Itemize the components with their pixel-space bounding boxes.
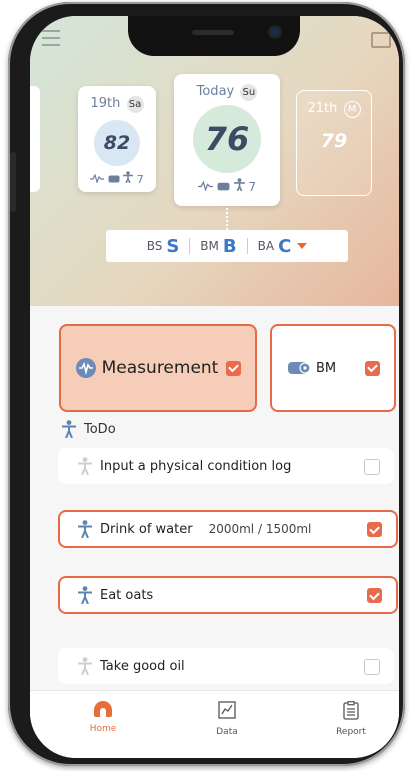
- person-icon: [78, 457, 92, 475]
- toilet-paper-icon: [288, 362, 311, 374]
- bm-label: BM: [316, 360, 337, 376]
- day-card-21th[interactable]: 21th M 79: [296, 90, 372, 196]
- person-icon: [78, 586, 92, 604]
- divider: [246, 238, 248, 254]
- person-icon: [78, 520, 92, 538]
- day-date: Today: [196, 84, 235, 99]
- bottom-navigation: Home Data Report: [30, 690, 399, 758]
- bm-checkbox[interactable]: [365, 360, 380, 376]
- bm-card[interactable]: BM: [270, 324, 396, 412]
- chart-icon: [218, 701, 236, 719]
- todo-header: ToDo: [62, 420, 116, 438]
- day-card-previous-partial[interactable]: [30, 86, 40, 192]
- person-icon: [123, 171, 134, 184]
- todo-item-label: Drink of water: [100, 521, 193, 537]
- day-of-week-badge: Sa: [126, 96, 144, 113]
- home-icon: [94, 701, 112, 717]
- day-score: 79: [320, 130, 348, 152]
- legend-label-bm: BM: [200, 239, 219, 253]
- app-screen: 19th Sa 82 7 Today Su 76 7 21th M 79 BS …: [30, 16, 399, 758]
- legend-value-bm: B: [222, 235, 237, 257]
- pulse-circle-icon: [75, 358, 96, 378]
- day-date: 19th: [90, 96, 121, 111]
- todo-item-checkbox[interactable]: [364, 659, 380, 675]
- nav-data[interactable]: Data: [192, 701, 262, 737]
- todo-item-amount: 2000ml / 1500ml: [208, 522, 312, 536]
- todo-item-physical-log[interactable]: Input a physical condition log: [58, 448, 394, 484]
- day-score: 82: [103, 132, 131, 154]
- person-icon: [78, 657, 92, 675]
- scale-icon: [108, 175, 120, 183]
- notch: [128, 16, 300, 56]
- nav-data-label: Data: [216, 727, 238, 737]
- menu-icon[interactable]: [42, 30, 60, 46]
- nav-report[interactable]: Report: [316, 701, 386, 737]
- legend-label-bs: BS: [146, 239, 163, 253]
- todo-item-good-oil[interactable]: Take good oil: [58, 648, 394, 684]
- legend-value-bs: S: [166, 235, 180, 257]
- score-circle: 82: [94, 120, 140, 166]
- measurement-label: Measurement: [101, 358, 219, 378]
- measurement-card[interactable]: Measurement: [59, 324, 257, 412]
- phone-side-button: [10, 152, 16, 212]
- day-score: 76: [204, 120, 250, 158]
- todo-item-checkbox[interactable]: [367, 522, 382, 537]
- todo-item-checkbox[interactable]: [367, 588, 382, 603]
- score-circle: 76: [193, 105, 261, 173]
- pulse-icon: [90, 173, 105, 184]
- todo-item-label: Input a physical condition log: [100, 458, 292, 474]
- day-metrics: 7: [78, 171, 156, 186]
- day-card-today[interactable]: Today Su 76 7: [174, 74, 280, 206]
- clipboard-icon: [343, 701, 359, 720]
- legend-label-ba: BA: [257, 239, 275, 253]
- day-metrics: 7: [174, 178, 280, 194]
- nav-home[interactable]: Home: [68, 701, 138, 734]
- chevron-down-icon[interactable]: [297, 243, 308, 249]
- person-icon: [233, 178, 245, 192]
- nav-home-label: Home: [89, 724, 117, 734]
- scale-icon: [217, 182, 230, 191]
- phone-frame: 19th Sa 82 7 Today Su 76 7 21th M 79 BS …: [8, 2, 405, 766]
- speaker: [192, 30, 234, 35]
- pulse-icon: [197, 180, 213, 192]
- legend-value-ba: C: [278, 235, 292, 257]
- todo-count: 7: [248, 180, 257, 194]
- todo-count: 7: [136, 173, 144, 186]
- day-of-week-badge: Su: [240, 84, 258, 101]
- todo-item-drink-water[interactable]: Drink of water 2000ml / 1500ml: [58, 510, 398, 548]
- calendar-header: 19th Sa 82 7 Today Su 76 7 21th M 79 BS …: [30, 16, 399, 306]
- todo-item-checkbox[interactable]: [364, 459, 380, 475]
- day-of-week-badge: M: [343, 101, 361, 118]
- nav-report-label: Report: [336, 727, 366, 737]
- measurement-checkbox[interactable]: [226, 360, 242, 376]
- divider: [189, 238, 191, 254]
- folder-icon[interactable]: [371, 32, 391, 48]
- todo-item-label: Eat oats: [100, 587, 154, 603]
- score-legend-dropdown[interactable]: BS S BM B BA C: [106, 230, 348, 262]
- todo-item-label: Take good oil: [100, 658, 185, 674]
- person-icon: [62, 420, 76, 438]
- todo-item-eat-oats[interactable]: Eat oats: [58, 576, 398, 614]
- day-card-19th[interactable]: 19th Sa 82 7: [78, 86, 156, 192]
- day-date: 21th: [307, 101, 338, 116]
- front-camera: [270, 27, 280, 37]
- todo-title: ToDo: [84, 421, 116, 437]
